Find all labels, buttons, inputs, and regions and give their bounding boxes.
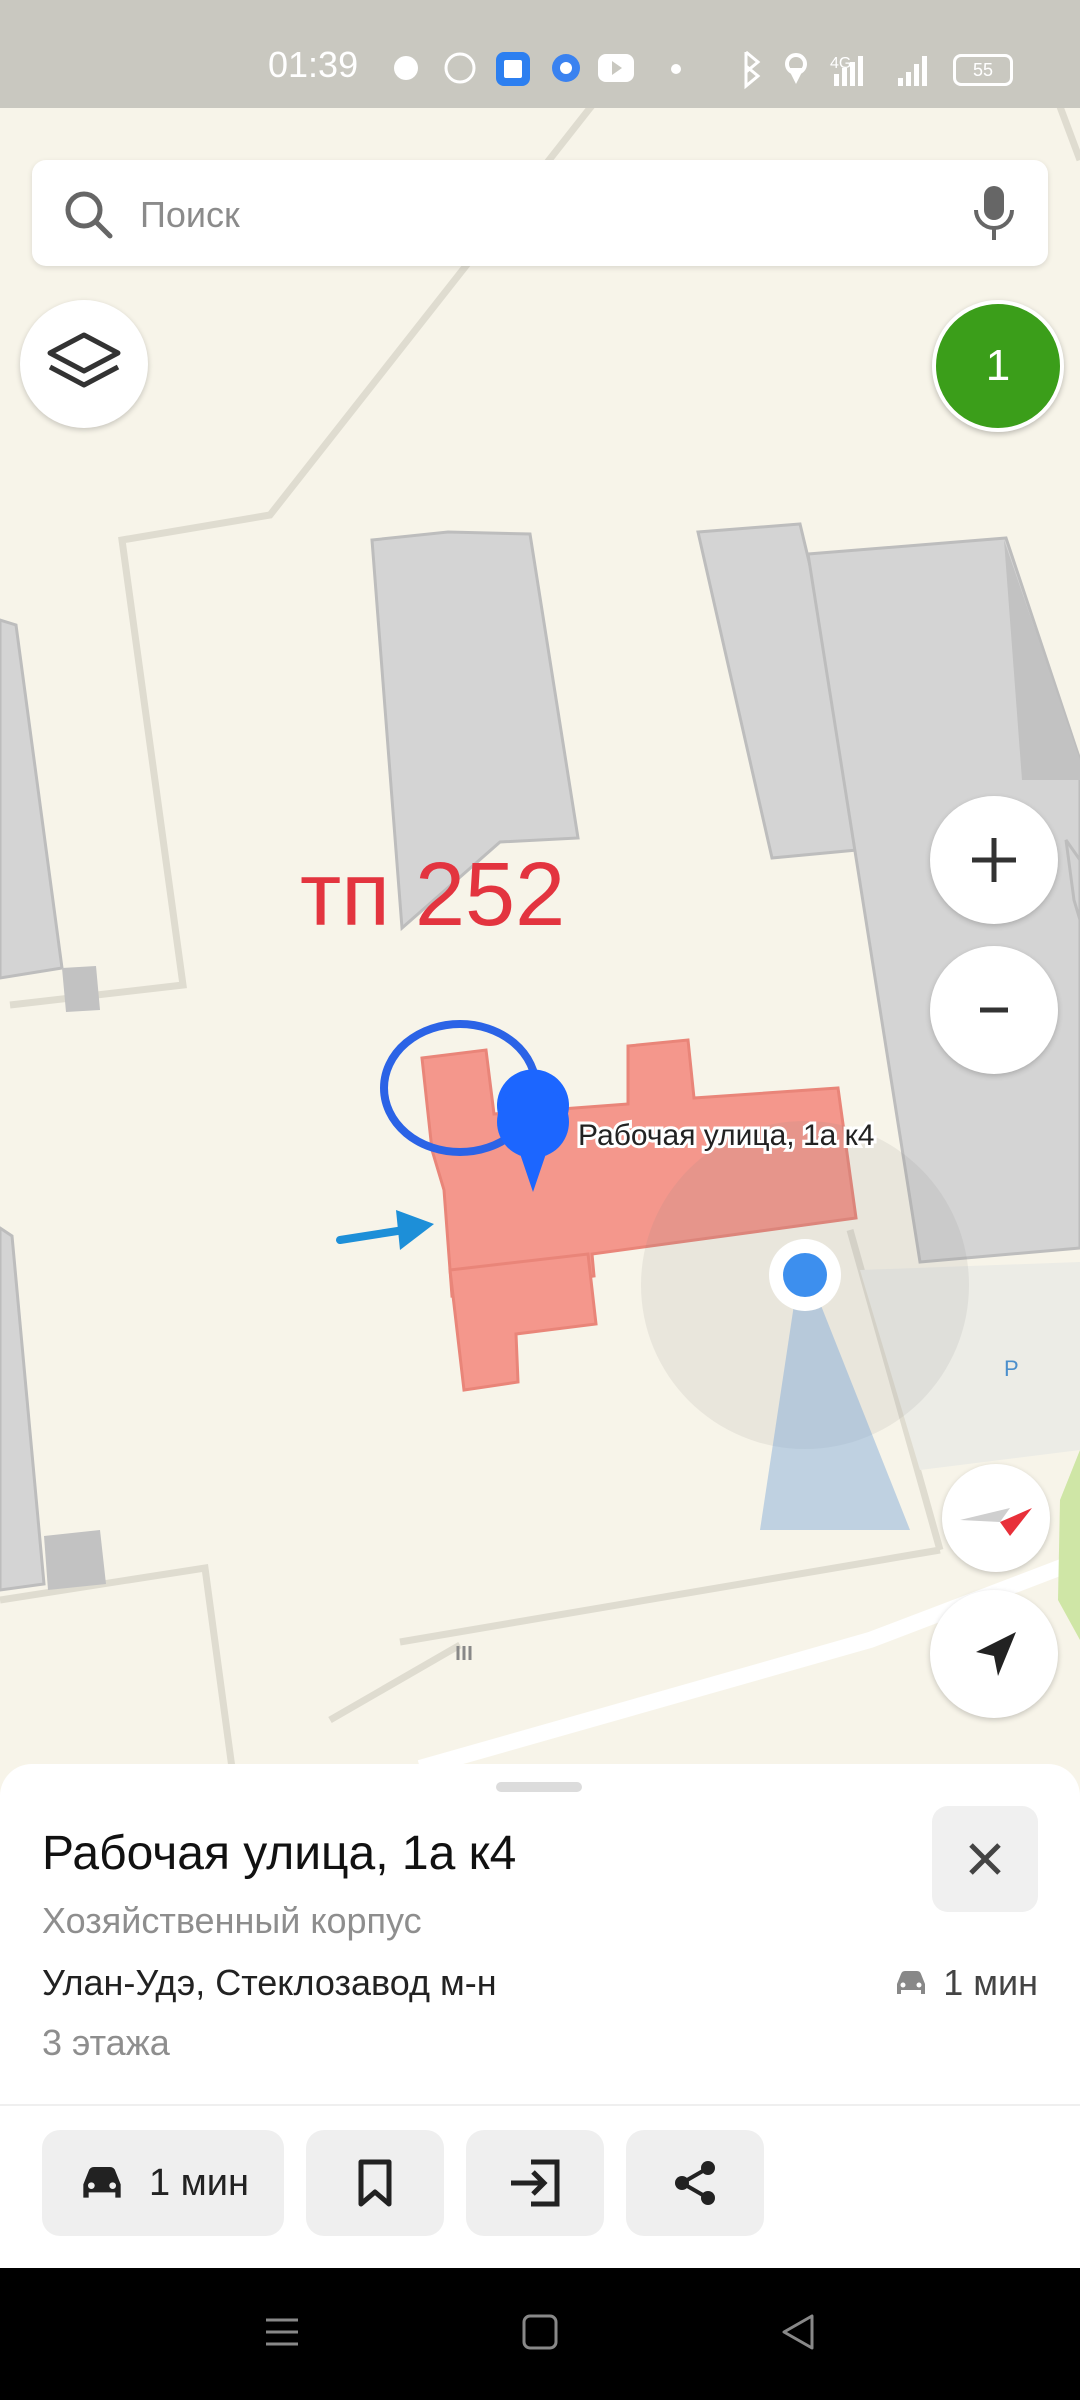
share-icon <box>675 2161 715 2205</box>
place-title: Рабочая улица, 1а к4 <box>42 1827 517 1880</box>
search-bar[interactable]: Поиск <box>32 160 1048 266</box>
parking-label: P <box>1004 1356 1019 1381</box>
sheet-handle[interactable] <box>496 1782 582 1792</box>
back-icon[interactable] <box>778 2312 818 2352</box>
enter-button[interactable] <box>466 2130 604 2236</box>
layers-icon <box>47 332 121 388</box>
bookmark-icon <box>358 2159 392 2207</box>
microphone-icon[interactable] <box>968 184 1020 244</box>
menu-icon[interactable] <box>262 2312 302 2352</box>
zoom-out-icon <box>980 1007 1008 1013</box>
network-type: 4G <box>830 55 851 72</box>
place-address: Улан-Удэ, Стеклозавод м-н <box>42 1962 497 2003</box>
system-nav-bar <box>0 2268 1080 2400</box>
zoom-out-button[interactable] <box>930 946 1058 1074</box>
zoom-in-icon <box>972 838 1016 882</box>
battery-level: 55 <box>953 54 1013 86</box>
car-icon <box>83 2167 121 2198</box>
map-canvas[interactable]: P тп 252 Рабочая улица, 1а к4 <box>0 108 1080 1768</box>
my-location-icon <box>976 1632 1016 1676</box>
place-eta: 1 мин <box>893 1962 1038 2004</box>
layers-button[interactable] <box>20 300 148 428</box>
close-icon <box>969 1843 1001 1875</box>
my-location-button[interactable] <box>930 1590 1058 1718</box>
compass-icon <box>960 1508 1032 1536</box>
status-icons: 4G <box>394 50 927 90</box>
place-category: Хозяйственный корпус <box>42 1900 422 1941</box>
route-button[interactable]: 1 мин <box>42 2130 284 2236</box>
zoom-in-button[interactable] <box>930 796 1058 924</box>
annotation-text: тп 252 <box>300 845 565 945</box>
status-bar: 01:39 4G 55 <box>0 0 1080 108</box>
route-button-label: 1 мин <box>148 2161 250 2204</box>
login-icon <box>511 2159 560 2207</box>
eta-text: 1 мин <box>943 1962 1038 2003</box>
close-button[interactable] <box>932 1806 1038 1912</box>
bookmark-button[interactable] <box>306 2130 444 2236</box>
share-button[interactable] <box>626 2130 764 2236</box>
search-icon <box>65 191 113 239</box>
compass-button[interactable] <box>942 1464 1050 1572</box>
home-icon[interactable] <box>520 2312 560 2352</box>
status-time: 01:39 <box>268 44 359 85</box>
place-floors: 3 этажа <box>42 2022 170 2063</box>
pin-label: Рабочая улица, 1а к4 <box>578 1119 874 1152</box>
car-icon <box>897 1971 926 1994</box>
sheet-divider <box>0 2104 1080 2106</box>
search-input[interactable]: Поиск <box>140 194 240 236</box>
notification-badge[interactable]: 1 <box>932 300 1064 432</box>
place-sheet: Рабочая улица, 1а к4 Хозяйственный корпу… <box>0 1764 1080 2269</box>
